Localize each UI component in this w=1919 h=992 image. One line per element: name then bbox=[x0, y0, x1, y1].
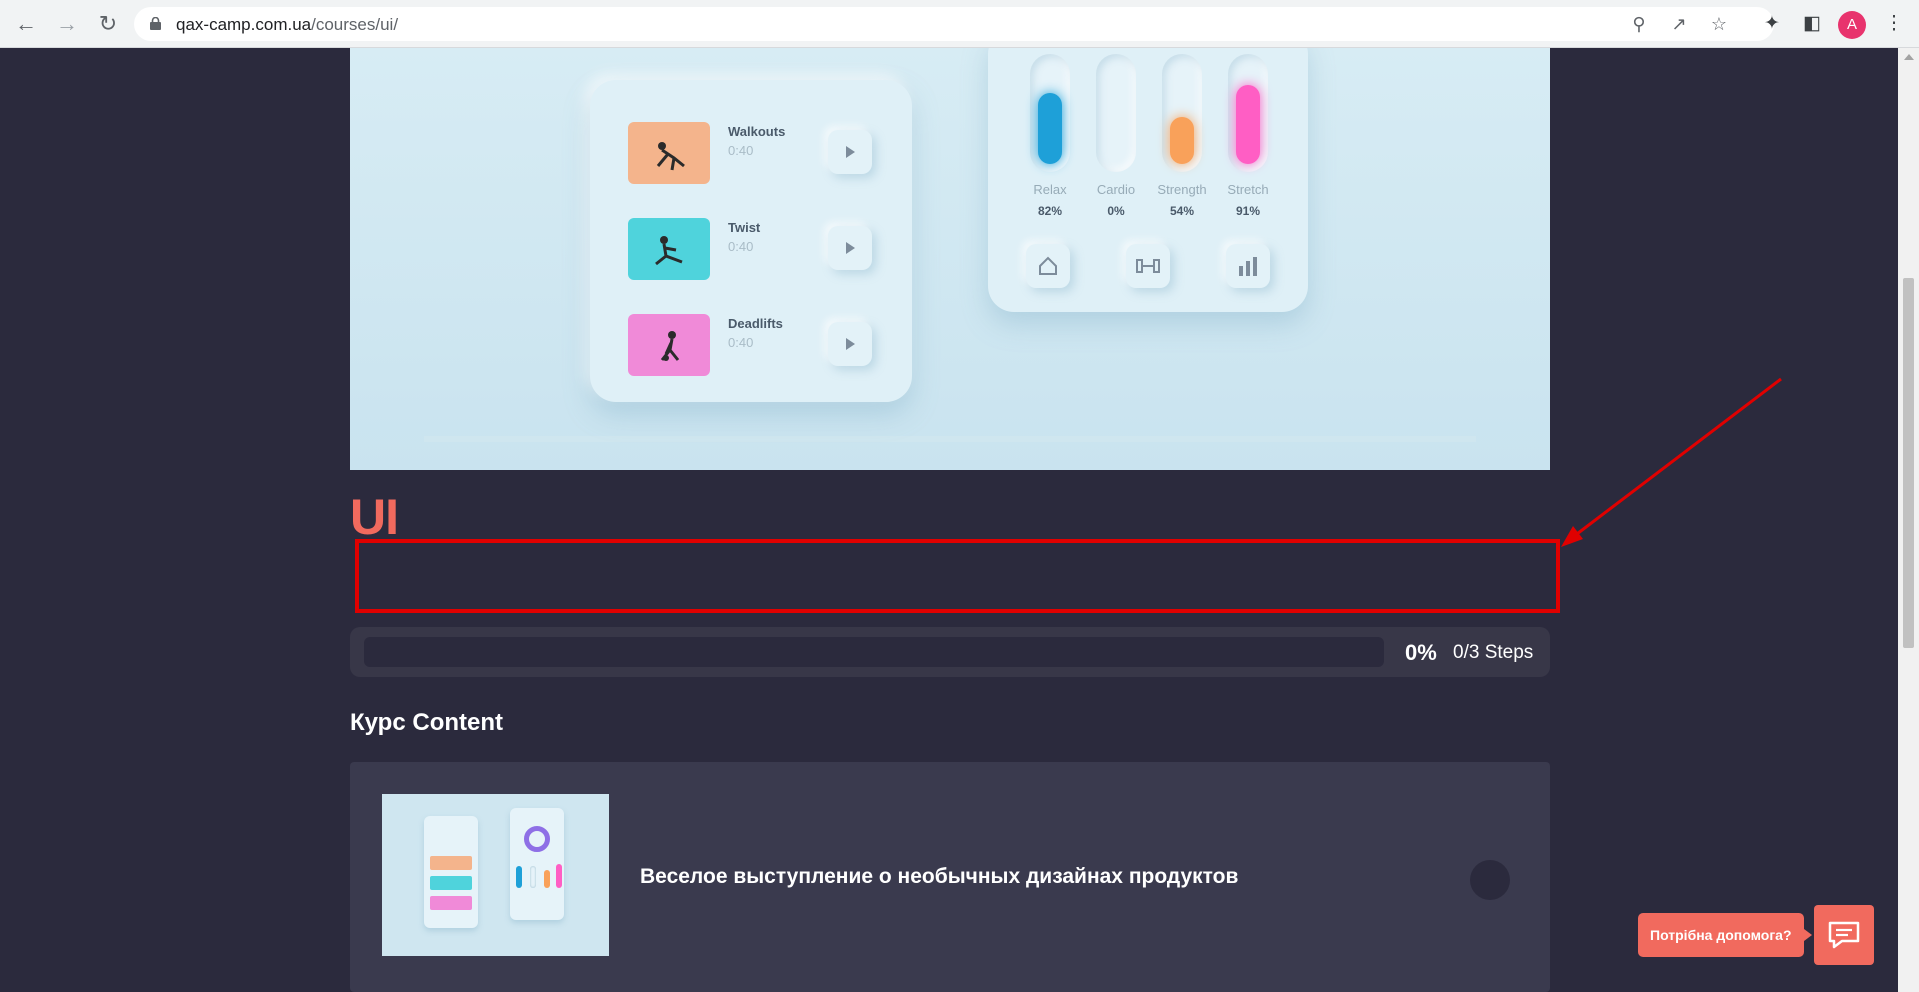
back-icon[interactable]: ← bbox=[12, 10, 40, 38]
forward-icon[interactable]: → bbox=[53, 10, 81, 38]
stat-bar bbox=[1096, 54, 1136, 172]
address-bar[interactable]: qax-camp.com.ua/courses/ui/ ⚲ ↗ ☆ bbox=[134, 7, 1774, 41]
stat-value: 91% bbox=[1235, 204, 1261, 218]
side-panel-icon[interactable]: ◧ bbox=[1800, 12, 1824, 36]
stat-value: 82% bbox=[1037, 204, 1063, 218]
workout-list-card: Walkouts 0:40 Twist 0:40 Deadlifts 0:40 bbox=[590, 80, 912, 402]
mini-stats-screen bbox=[510, 808, 564, 920]
home-icon bbox=[1026, 244, 1070, 288]
zoom-icon[interactable]: ⚲ bbox=[1628, 13, 1650, 35]
bar-chart-icon bbox=[1226, 244, 1270, 288]
scrollbar-thumb[interactable] bbox=[1903, 278, 1914, 648]
progress-track bbox=[364, 637, 1384, 667]
exercise-figure-icon bbox=[655, 236, 683, 266]
lesson-title[interactable]: Веселое выступление о необычных дизайнах… bbox=[640, 865, 1238, 889]
stat-value: 54% bbox=[1169, 204, 1195, 218]
exercise-item: Twist 0:40 bbox=[628, 218, 888, 288]
lesson-item[interactable]: Веселое выступление о необычных дизайнах… bbox=[350, 762, 1550, 992]
play-icon bbox=[828, 130, 872, 174]
lesson-status-indicator bbox=[1470, 860, 1510, 900]
course-hero-image: Walkouts 0:40 Twist 0:40 Deadlifts 0:40 … bbox=[350, 48, 1550, 470]
exercise-item: Walkouts 0:40 bbox=[628, 122, 888, 192]
extensions-icon[interactable]: ✦ bbox=[1760, 12, 1784, 36]
stat-label: Cardio bbox=[1096, 182, 1136, 197]
share-icon[interactable]: ↗ bbox=[1668, 13, 1690, 35]
annotation-highlight-box bbox=[355, 539, 1560, 613]
exercise-figure-icon bbox=[660, 331, 680, 361]
exercise-name: Walkouts bbox=[728, 124, 786, 139]
exercise-figure-icon bbox=[656, 142, 685, 171]
stat-bar bbox=[1030, 54, 1070, 172]
lesson-thumbnail[interactable] bbox=[382, 794, 609, 956]
progress-steps: 0/3 Steps bbox=[1453, 642, 1534, 663]
page-scrollbar[interactable] bbox=[1898, 48, 1919, 992]
course-progress: 0% 0/3 Steps bbox=[350, 627, 1550, 677]
reload-icon[interactable]: ↻ bbox=[94, 10, 122, 38]
chat-icon bbox=[1828, 921, 1860, 949]
exercise-time: 0:40 bbox=[728, 143, 754, 158]
mini-app-screen bbox=[424, 816, 478, 928]
exercise-item: Deadlifts 0:40 bbox=[628, 314, 888, 384]
exercise-time: 0:40 bbox=[728, 239, 754, 254]
browser-toolbar: ← → ↻ qax-camp.com.ua/courses/ui/ ⚲ ↗ ☆ … bbox=[0, 0, 1919, 48]
exercise-time: 0:40 bbox=[728, 335, 754, 350]
menu-kebab-icon[interactable]: ⋮ bbox=[1882, 12, 1906, 36]
help-tooltip[interactable]: Потрібна допомога? bbox=[1638, 913, 1811, 957]
profile-avatar[interactable]: A bbox=[1838, 11, 1866, 39]
stats-card: Relax Cardio Strength Stretch 82% 0% 54%… bbox=[988, 48, 1308, 312]
chat-button[interactable] bbox=[1814, 905, 1874, 965]
stat-bar bbox=[1228, 54, 1268, 172]
exercise-name: Deadlifts bbox=[728, 316, 783, 331]
dumbbell-icon bbox=[1126, 244, 1170, 288]
play-icon bbox=[828, 226, 872, 270]
exercise-name: Twist bbox=[728, 220, 761, 235]
scroll-up-icon[interactable] bbox=[1904, 54, 1914, 60]
stat-label: Relax bbox=[1033, 182, 1067, 197]
stat-label: Stretch bbox=[1227, 182, 1269, 197]
stat-bar bbox=[1162, 54, 1202, 172]
stat-label: Strength bbox=[1157, 182, 1207, 197]
stat-value: 0% bbox=[1107, 204, 1125, 218]
course-content-heading: Курс Content bbox=[350, 709, 503, 736]
play-icon bbox=[828, 322, 872, 366]
url-text: qax-camp.com.ua/courses/ui/ bbox=[176, 15, 399, 34]
progress-percent: 0% bbox=[1405, 640, 1437, 665]
lock-icon bbox=[150, 17, 161, 30]
bookmark-star-icon[interactable]: ☆ bbox=[1708, 13, 1730, 35]
annotation-arrow-icon bbox=[1561, 377, 1782, 547]
page-title: UI bbox=[350, 489, 399, 545]
